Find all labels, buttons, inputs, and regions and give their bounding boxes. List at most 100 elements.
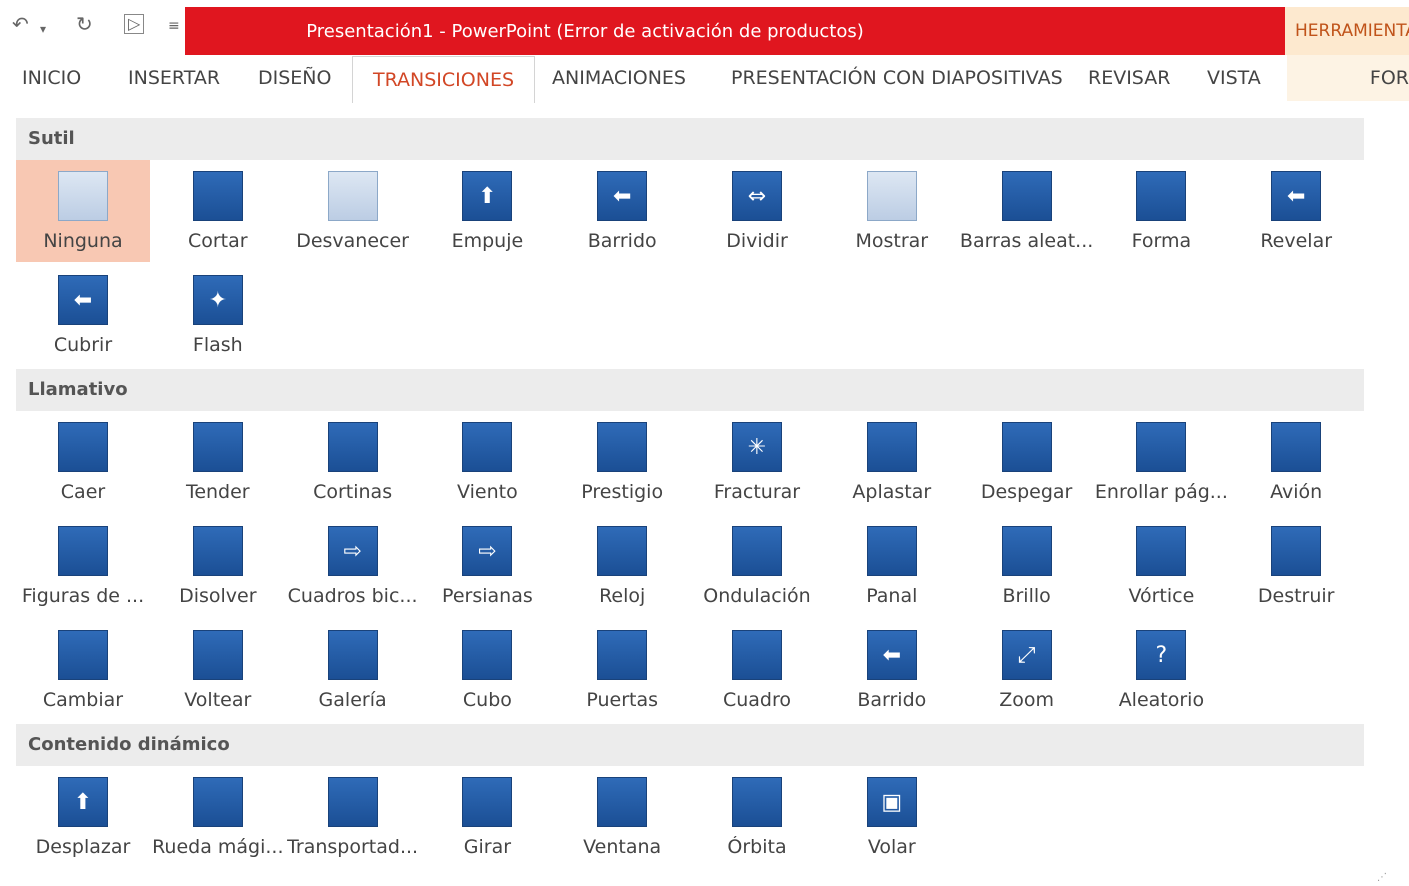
transition-thumbnail-icon (462, 777, 513, 827)
transition-thumbnail-icon (1271, 422, 1322, 472)
transition-item[interactable]: Desvanecer (286, 160, 420, 262)
transition-item[interactable]: Prestigio (555, 411, 689, 513)
tab-formato[interactable]: FOR (1287, 55, 1409, 101)
contextual-tab-header[interactable]: HERRAMIENTAS (1285, 7, 1409, 55)
undo-icon[interactable]: ↶ (12, 12, 29, 36)
transition-item[interactable]: Galería (286, 619, 420, 721)
transition-item[interactable]: Mostrar (825, 160, 959, 262)
transition-item[interactable]: Viento (420, 411, 554, 513)
transition-item[interactable]: ✦ Flash (151, 264, 285, 366)
tab-inicio[interactable]: INICIO (22, 55, 81, 101)
transition-label: Cuadro (722, 689, 792, 711)
transition-glyph-icon: ✦ (208, 287, 228, 313)
transition-thumbnail-icon (866, 171, 917, 221)
transition-glyph-icon: ⬆ (73, 789, 93, 815)
transition-label: Avión (1270, 481, 1323, 503)
tab-insertar[interactable]: INSERTAR (128, 55, 220, 101)
transition-item[interactable]: Rueda mági... (151, 766, 285, 868)
transition-thumbnail-icon (58, 171, 108, 221)
tab-transiciones[interactable]: TRANSICIONES (352, 56, 536, 103)
transition-thumbnail-icon: ⤢ (1001, 630, 1052, 680)
transition-item[interactable]: Transportad... (286, 766, 420, 868)
transition-item[interactable]: Vórtice (1094, 515, 1228, 617)
transition-item[interactable]: Ninguna (16, 160, 150, 262)
transition-item[interactable]: Destruir (1229, 515, 1363, 617)
transition-label: Prestigio (581, 481, 664, 503)
transition-item[interactable]: Cortar (151, 160, 285, 262)
undo-dropdown-icon[interactable]: ▾ (40, 22, 46, 36)
transition-label: Galería (318, 689, 387, 711)
tab-revisar[interactable]: REVISAR (1088, 55, 1170, 101)
transition-thumbnail-icon: ⬅ (58, 275, 108, 325)
transition-item[interactable]: ⬅ Revelar (1229, 160, 1363, 262)
transition-label: Órbita (727, 836, 787, 858)
transition-item[interactable]: Tender (151, 411, 285, 513)
redo-icon[interactable]: ↻ (76, 12, 93, 36)
transition-item[interactable]: Brillo (960, 515, 1094, 617)
transition-label: Reloj (599, 585, 646, 607)
transition-thumbnail-icon (1136, 171, 1187, 221)
transition-item[interactable]: ⬅ Cubrir (16, 264, 150, 366)
transition-thumbnail-icon (192, 422, 243, 472)
transition-label: Desvanecer (296, 230, 409, 252)
transition-item[interactable]: Disolver (151, 515, 285, 617)
transition-item[interactable]: Avión (1229, 411, 1363, 513)
tab-presentacion[interactable]: PRESENTACIÓN CON DIAPOSITIVAS (731, 55, 1063, 101)
transition-item[interactable]: Cubo (420, 619, 554, 721)
transition-thumbnail-icon (1001, 526, 1052, 576)
transition-item[interactable]: Caer (16, 411, 150, 513)
transition-item[interactable]: Cortinas (286, 411, 420, 513)
transition-item[interactable]: ⇨ Cuadros bic... (286, 515, 420, 617)
transition-item[interactable]: Aplastar (825, 411, 959, 513)
transition-item[interactable]: Despegar (960, 411, 1094, 513)
transition-item[interactable]: Cuadro (690, 619, 824, 721)
transition-item[interactable]: Figuras de ... (16, 515, 150, 617)
transition-item[interactable]: Voltear (151, 619, 285, 721)
transition-item[interactable]: ⤢ Zoom (960, 619, 1094, 721)
transition-item[interactable]: Panal (825, 515, 959, 617)
transition-glyph-icon: ⇨ (343, 538, 362, 564)
transition-item[interactable]: Ventana (555, 766, 689, 868)
transition-item[interactable]: Enrollar pág... (1094, 411, 1228, 513)
transition-thumbnail-icon: ⇨ (327, 526, 378, 576)
transition-item[interactable]: Barras aleat... (960, 160, 1094, 262)
transition-glyph-icon: ⤢ (1017, 642, 1036, 668)
transition-item[interactable]: ✳ Fracturar (690, 411, 824, 513)
tab-vista[interactable]: VISTA (1207, 55, 1261, 101)
transition-label: Tender (185, 481, 250, 503)
transition-item[interactable]: Puertas (555, 619, 689, 721)
start-from-beginning-icon[interactable]: ▷ (124, 14, 145, 34)
customize-icon[interactable]: ≡ (168, 18, 180, 34)
transition-item[interactable]: ⬅ Barrido (825, 619, 959, 721)
transition-label: Aleatorio (1118, 689, 1205, 711)
transition-item[interactable]: Girar (420, 766, 554, 868)
transition-item[interactable]: ⬆ Empuje (420, 160, 554, 262)
transition-thumbnail-icon (58, 526, 108, 576)
section-header: Sutil (16, 118, 1364, 160)
transition-item[interactable]: Órbita (690, 766, 824, 868)
transition-glyph-icon: ⇔ (747, 183, 767, 209)
transition-thumbnail-icon (732, 630, 782, 680)
transition-item[interactable]: ⇨ Persianas (420, 515, 554, 617)
ribbon-tabs: INICIO INSERTAR DISEÑO TRANSICIONES ANIM… (0, 55, 1409, 103)
transition-item[interactable]: ⇔ Dividir (690, 160, 824, 262)
transition-item[interactable]: Ondulación (690, 515, 824, 617)
transition-item[interactable]: Reloj (555, 515, 689, 617)
transition-item[interactable]: ? Aleatorio (1094, 619, 1228, 721)
transition-item[interactable]: ⬆ Desplazar (16, 766, 150, 868)
transition-label: Desplazar (35, 836, 131, 858)
transition-item[interactable]: Forma (1094, 160, 1228, 262)
transition-item[interactable]: Cambiar (16, 619, 150, 721)
transition-thumbnail-icon (192, 777, 243, 827)
tab-diseno[interactable]: DISEÑO (258, 55, 331, 101)
tab-animaciones[interactable]: ANIMACIONES (552, 55, 686, 101)
tab-formato-label: FOR (1369, 67, 1409, 89)
transition-label: Puertas (586, 689, 659, 711)
transition-item[interactable]: ⬅ Barrido (555, 160, 689, 262)
transition-item[interactable]: ▣ Volar (825, 766, 959, 868)
transition-label: Transportad... (287, 836, 419, 858)
transition-glyph-icon: ▣ (881, 789, 903, 815)
resize-grip-icon[interactable]: ⋰ (1377, 872, 1387, 883)
quick-access-toolbar: ↶ ▾ ↻ ▷ ≡ (0, 0, 185, 58)
transition-thumbnail-icon: ⬅ (866, 630, 917, 680)
